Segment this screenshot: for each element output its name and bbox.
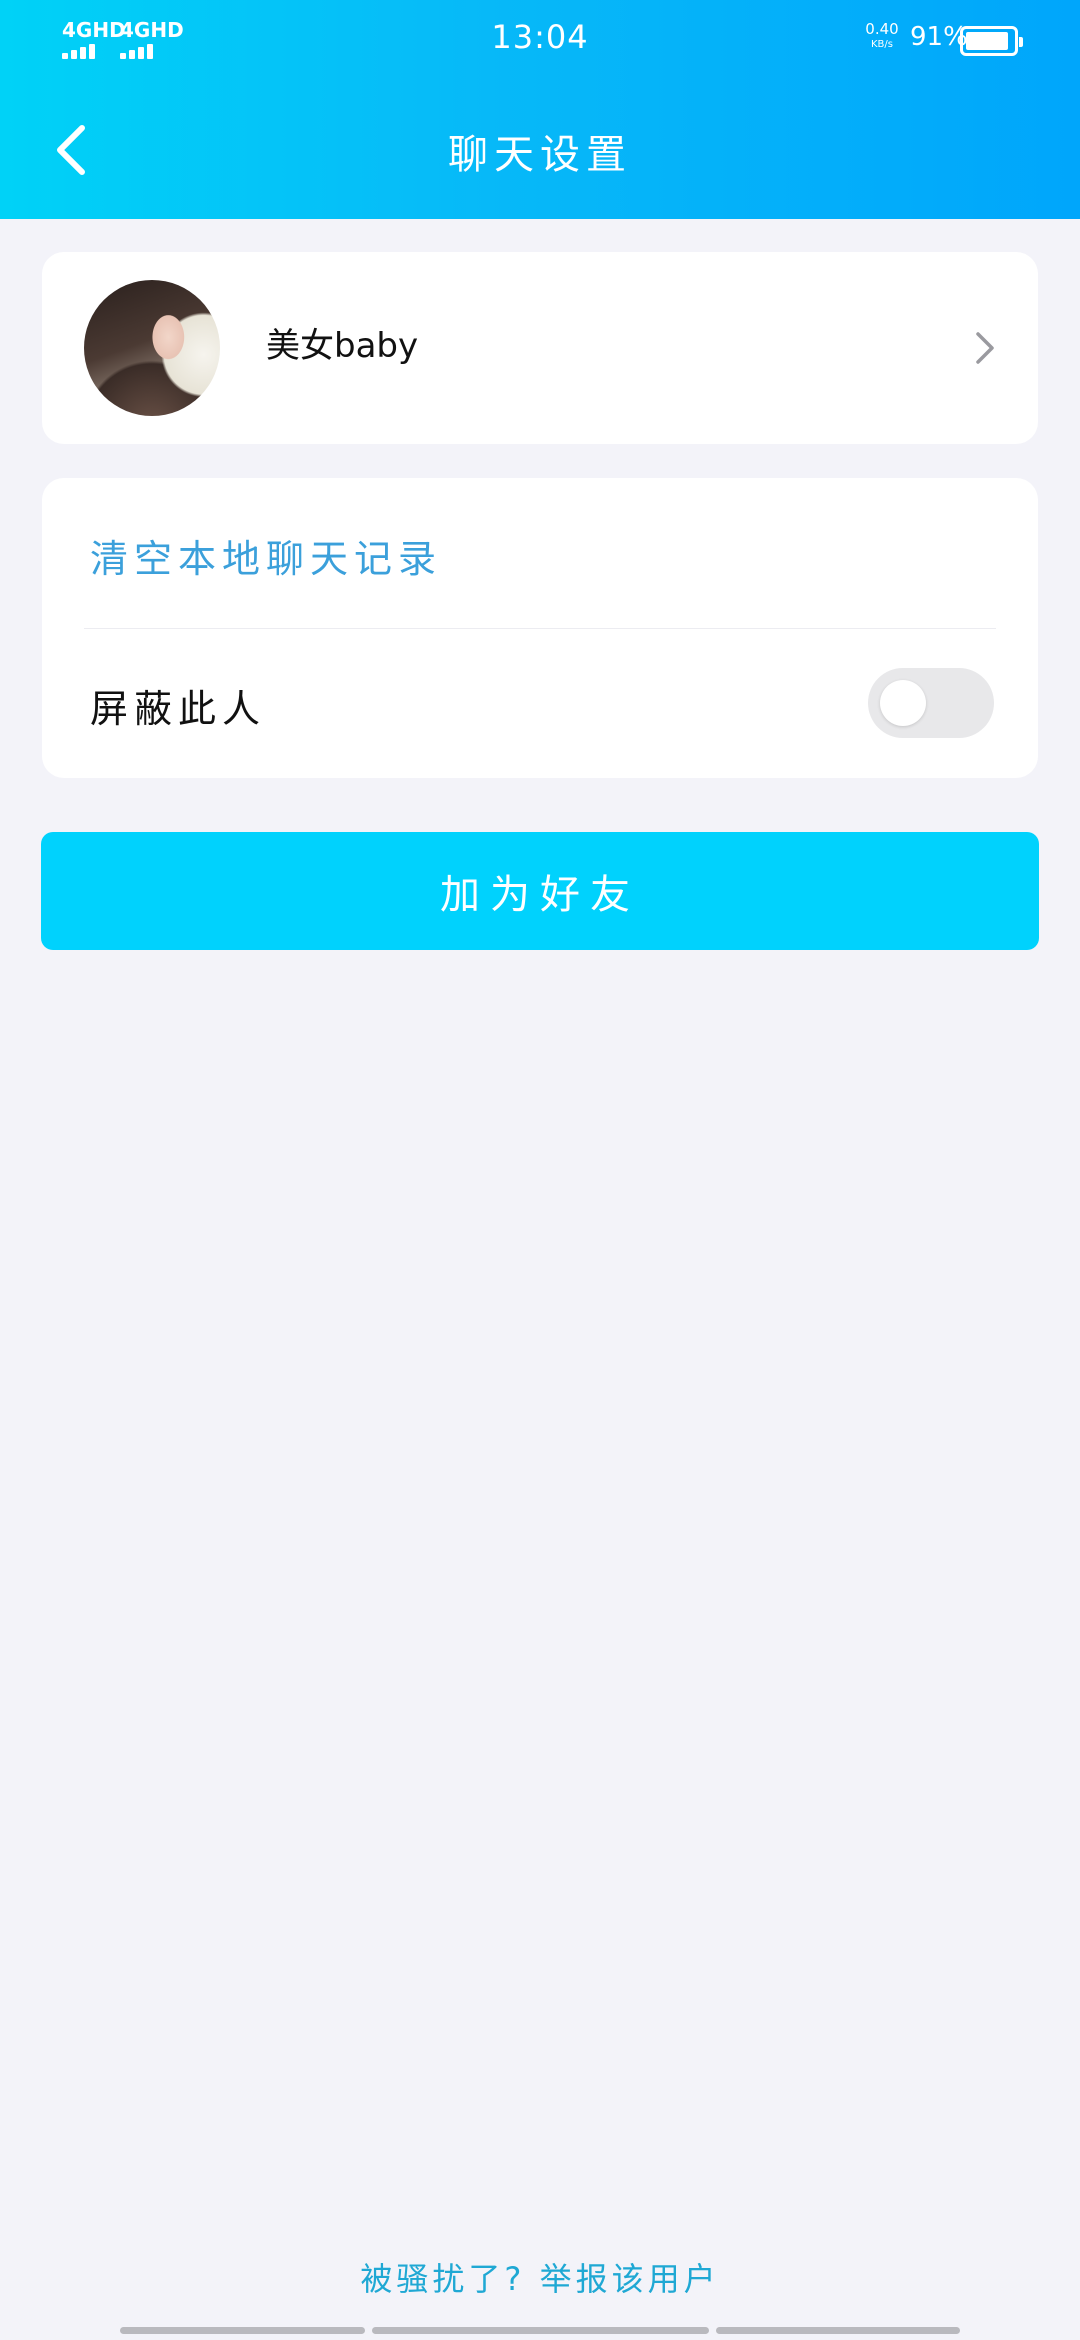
battery-fill — [966, 32, 1008, 50]
network-speed-unit: KB/s — [871, 39, 893, 50]
block-user-label: 屏蔽此人 — [90, 687, 267, 731]
header-bar: 4GHD 4GHD 13:04 0.40 KB/s 91% 聊天设置 — [0, 0, 1080, 219]
network-speed-value: 0.40 — [865, 20, 899, 38]
chat-settings-screen: 4GHD 4GHD 13:04 0.40 KB/s 91% 聊天设置 美女bab… — [0, 0, 1080, 2340]
block-user-toggle[interactable] — [868, 668, 994, 738]
avatar — [84, 280, 220, 416]
clear-history-label: 清空本地聊天记录 — [90, 537, 443, 581]
profile-name: 美女baby — [266, 326, 419, 366]
profile-card[interactable]: 美女baby — [42, 252, 1038, 444]
network-speed: 0.40 KB/s — [862, 22, 902, 52]
battery-icon — [960, 26, 1023, 56]
gesture-bar-right[interactable] — [716, 2327, 960, 2334]
block-user-row: 屏蔽此人 — [42, 628, 1038, 778]
toggle-knob — [880, 680, 926, 726]
settings-card: 清空本地聊天记录 屏蔽此人 — [42, 478, 1038, 778]
status-bar: 4GHD 4GHD 13:04 0.40 KB/s 91% — [0, 0, 1080, 80]
report-user-link[interactable]: 被骚扰了? 举报该用户 — [0, 2254, 1080, 2300]
add-friend-button[interactable]: 加为好友 — [41, 832, 1039, 950]
chevron-right-icon — [976, 332, 994, 364]
clear-history-row[interactable]: 清空本地聊天记录 — [42, 478, 1038, 628]
gesture-bar-center[interactable] — [372, 2327, 709, 2334]
page-title: 聊天设置 — [448, 132, 632, 178]
gesture-bar-left[interactable] — [120, 2327, 365, 2334]
